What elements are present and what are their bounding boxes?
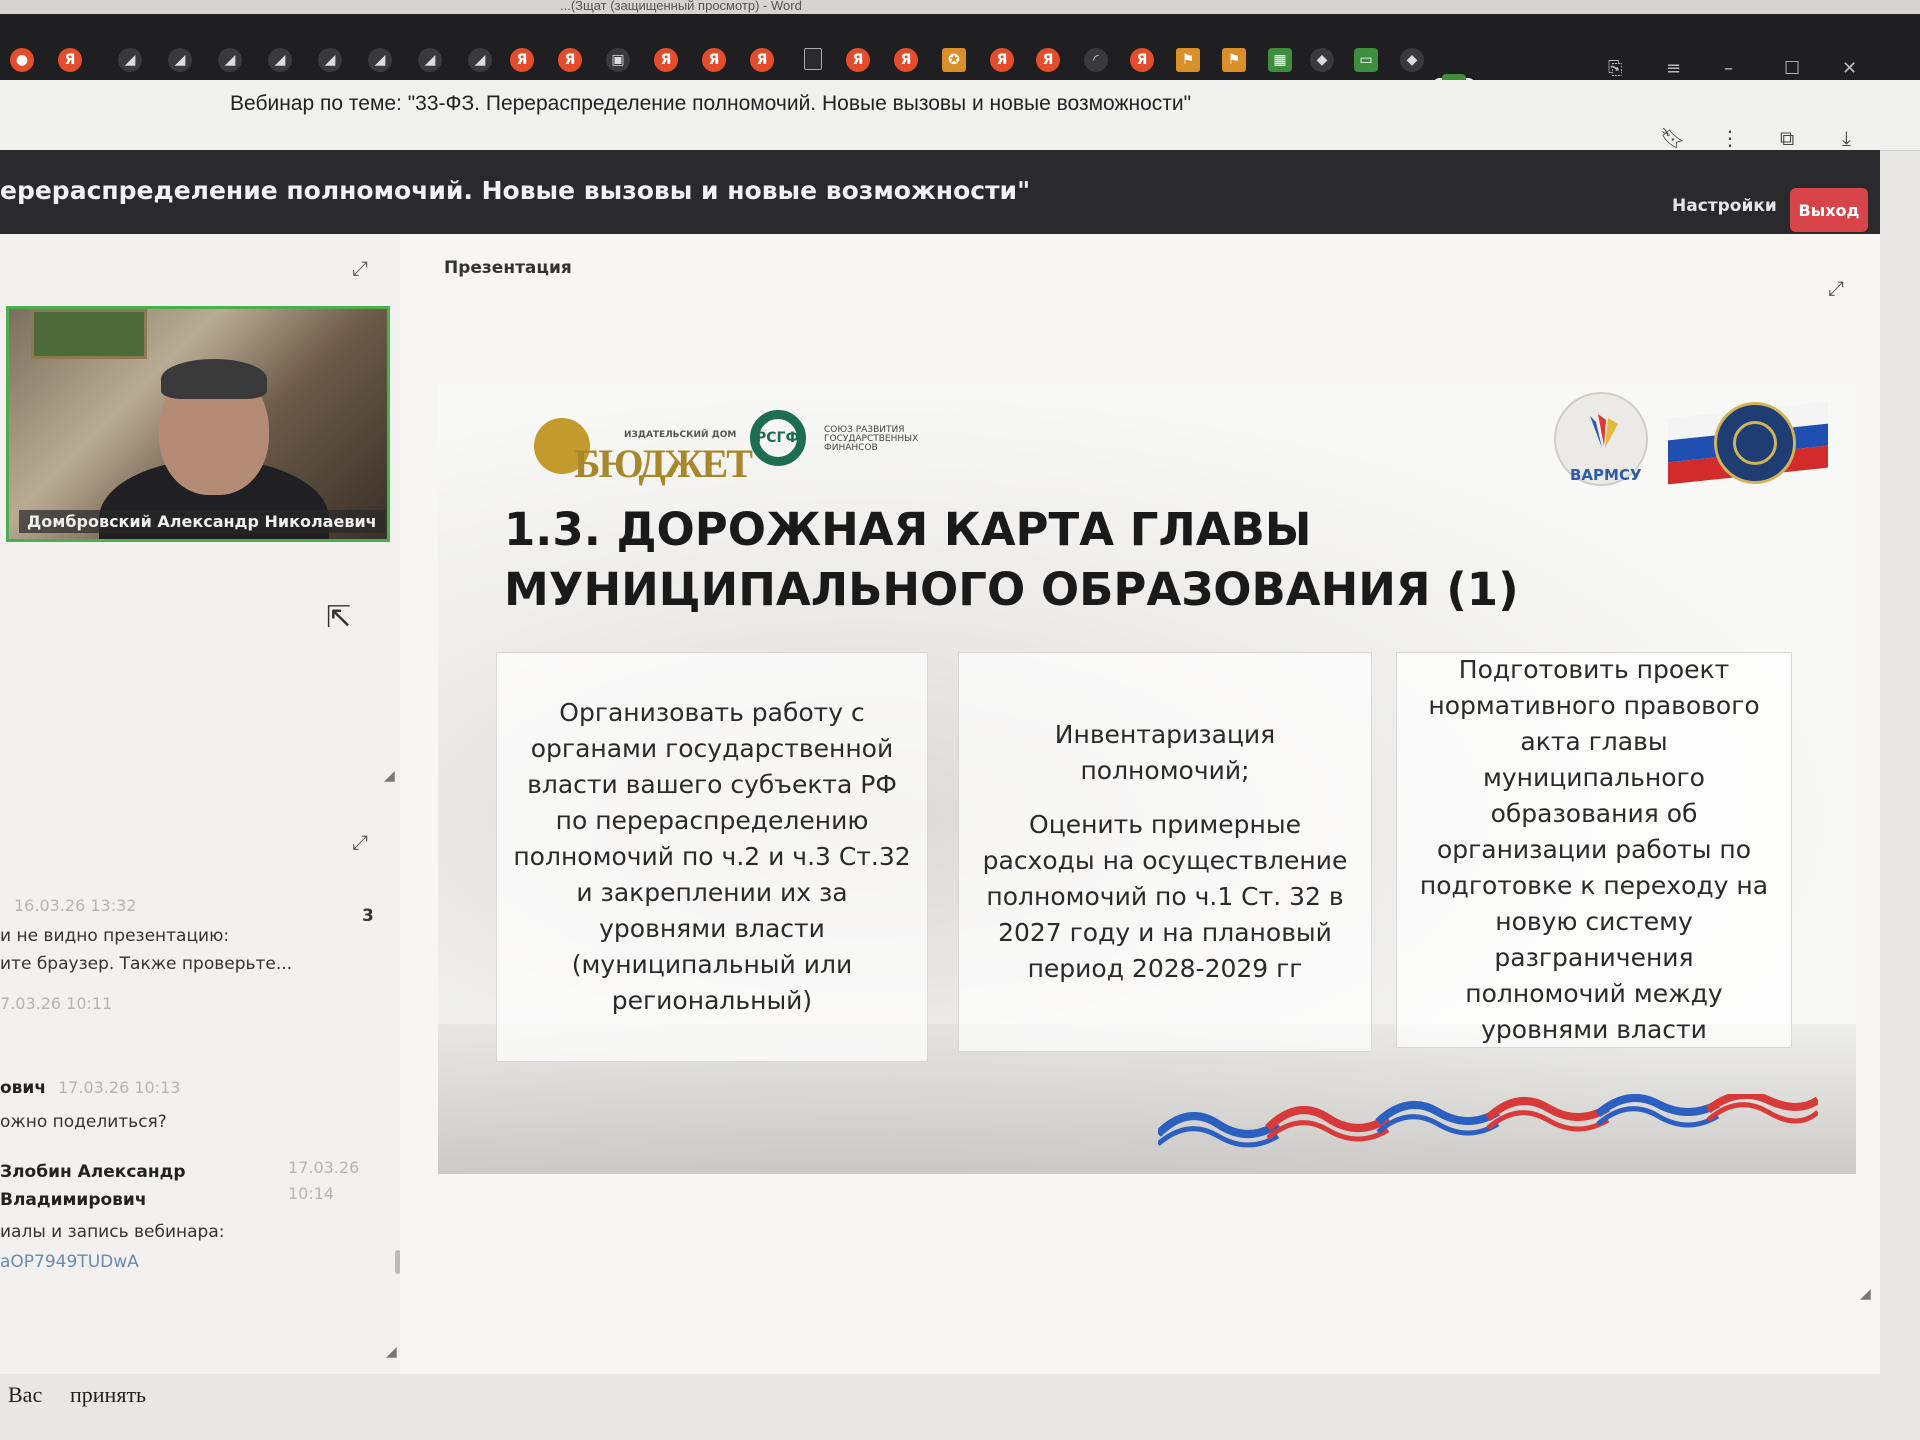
tab-yandex-icon[interactable]: Я <box>1036 48 1060 72</box>
tab-yandex-icon[interactable]: Я <box>894 48 918 72</box>
budget-logo-caption: ИЗДАТЕЛЬСКИЙ ДОМ <box>624 430 737 440</box>
tab-arrow-icon[interactable]: ◢ <box>118 48 142 72</box>
expand-chat-icon[interactable]: ⤢ <box>352 830 368 854</box>
tab-arrow-icon[interactable]: ◢ <box>418 48 442 72</box>
more-icon[interactable]: ⋮ <box>1720 126 1740 150</box>
background-word-text: Вас <box>8 1382 43 1407</box>
tab-flag-icon[interactable]: ⚑ <box>1222 48 1246 72</box>
os-title-bar: ...(Зщат (защищенный просмотр) - Word <box>0 0 1920 14</box>
settings-button[interactable]: Настройки <box>1672 196 1777 216</box>
chat-time: 7.03.26 10:11 <box>0 994 113 1013</box>
tab-flag-icon[interactable]: ⚑ <box>1176 48 1200 72</box>
slide-card-text: Организовать работу с органами государст… <box>513 698 911 1015</box>
presentation-slide: ИЗДАТЕЛЬСКИЙ ДОМ БЮДЖЕТ РСГФ СОЮЗ РАЗВИТ… <box>438 384 1856 1174</box>
tab-arrow-icon[interactable]: ◢ <box>468 48 492 72</box>
tab-yandex-icon[interactable]: Я <box>558 48 582 72</box>
chat-message-text: ожно поделиться? <box>0 1112 167 1132</box>
chat-time: 16.03.26 13:32 <box>14 896 137 915</box>
tab-diamond-icon[interactable]: ◆ <box>1400 48 1424 72</box>
browser-tab-strip: ● Я ◢ ◢ ◢ ◢ ◢ ◢ ◢ ◢ Я Я ▣ Я Я Я Я Я ✪ Я … <box>0 14 1920 118</box>
menu-icon[interactable]: ≡ <box>1666 58 1681 79</box>
tab-calendar-icon[interactable]: ▣ <box>606 48 630 72</box>
emblem-inner-ring <box>1733 421 1777 465</box>
webinar-title: ерераспределение полномочий. Новые вызов… <box>0 176 1031 205</box>
tab-diamond-icon[interactable]: ◆ <box>1310 48 1334 72</box>
minimize-icon[interactable]: – <box>1724 58 1733 79</box>
slide-card-1: Организовать работу с органами государст… <box>496 652 928 1062</box>
coat-of-arms-emblem <box>1714 402 1796 484</box>
tab-loading-icon[interactable]: ◜ <box>1084 48 1108 72</box>
tab-document-icon[interactable] <box>804 48 822 70</box>
speaker-name-label: Домбровский Александр Николаевич <box>19 510 385 533</box>
background-word-text: принять <box>70 1382 147 1407</box>
download-icon[interactable]: ⤓ <box>1842 126 1851 150</box>
chat-message-text: ите браузер. Также проверьте... <box>0 954 293 974</box>
tab-yandex-icon[interactable]: Я <box>990 48 1014 72</box>
rsgf-logo-subtitle: СОЮЗ РАЗВИТИЯ ГОСУДАРСТВЕННЫХ ФИНАНСОВ <box>824 425 919 453</box>
tab-yandex-icon[interactable]: Я <box>654 48 678 72</box>
expand-video-icon[interactable]: ⤢ <box>352 256 368 280</box>
chat-message-text: иалы и запись вебинара: <box>0 1222 225 1242</box>
tab-arrow-icon[interactable]: ◢ <box>218 48 242 72</box>
tab-spreadsheet-icon[interactable]: ▦ <box>1268 48 1292 72</box>
chat-message-text: и не видно презентацию: <box>0 926 230 946</box>
slide-title: 1.3. ДОРОЖНАЯ КАРТА ГЛАВЫ МУНИЦИПАЛЬНОГО… <box>504 503 1519 616</box>
tab-arrow-icon[interactable]: ◢ <box>168 48 192 72</box>
slide-card-text: Оценить примерные расходы на осуществлен… <box>982 810 1348 983</box>
chat-link[interactable]: aOP7949TUDwA <box>0 1252 139 1272</box>
presentation-label: Презентация <box>444 258 572 278</box>
tab-briefcase-icon[interactable]: ▭ <box>1354 48 1378 72</box>
chat-time: 17.03.26 10:13 <box>58 1078 181 1097</box>
speaker-hair <box>161 359 267 399</box>
resize-grip-icon[interactable]: ◢ <box>386 1344 397 1360</box>
bookmark-icon[interactable]: 🔖︎ <box>1660 126 1685 150</box>
tab-yandex-icon[interactable]: Я <box>510 48 534 72</box>
slide-card-text: Инвентаризация полномочий; <box>1054 720 1276 785</box>
chat-author: Владимирович <box>0 1190 147 1210</box>
chat-author: Злобин Александр <box>0 1162 186 1182</box>
chat-time: 17.03.26 <box>288 1158 360 1177</box>
decorative-waves <box>1158 1094 1818 1148</box>
extensions-icon[interactable]: ⧉ <box>1780 126 1794 150</box>
rsgf-logo-text: РСГФ <box>756 430 800 446</box>
tab-arrow-icon[interactable]: ◢ <box>318 48 342 72</box>
expand-presentation-icon[interactable]: ⤢ <box>1828 276 1844 300</box>
wall-picture <box>31 309 147 359</box>
chat-count-badge: 3 <box>362 906 374 926</box>
speaker-video[interactable]: Домбровский Александр Николаевич <box>6 306 390 542</box>
tab-favicon-icon[interactable]: ● <box>10 48 34 72</box>
page-title: Вебинар по теме: "33-ФЗ. Перераспределен… <box>230 92 1192 115</box>
tab-yandex-icon[interactable]: Я <box>750 48 774 72</box>
resize-grip-icon[interactable]: ◢ <box>1860 1286 1871 1302</box>
maximize-icon[interactable]: ☐ <box>1784 58 1800 79</box>
tab-arrow-icon[interactable]: ◢ <box>268 48 292 72</box>
chat-author: ович <box>0 1078 47 1098</box>
tab-emblem-icon[interactable]: ✪ <box>942 48 966 72</box>
varmsu-logo-text: ВАРМСУ <box>1570 466 1642 484</box>
close-window-icon[interactable]: ✕ <box>1842 58 1857 79</box>
chat-time: 10:14 <box>288 1184 335 1203</box>
tab-list-icon[interactable]: ⎘ <box>1608 58 1622 79</box>
tab-yandex-icon[interactable]: Я <box>58 48 82 72</box>
tab-yandex-icon[interactable]: Я <box>702 48 726 72</box>
slide-card-text: Подготовить проект нормативного правовог… <box>1419 655 1769 1044</box>
budget-logo-word: БЮДЖЕТ <box>574 441 753 486</box>
varmsu-logo: ВАРМСУ <box>1554 392 1648 486</box>
slide-card-3: Подготовить проект нормативного правовог… <box>1396 652 1792 1048</box>
varmsu-mark-icon <box>1590 414 1618 448</box>
mouse-cursor-icon: ⇱ <box>326 600 352 635</box>
tab-yandex-icon[interactable]: Я <box>846 48 870 72</box>
resize-grip-icon[interactable]: ◢ <box>384 768 395 784</box>
slide-card-2: Инвентаризация полномочий; Оценить приме… <box>958 652 1372 1052</box>
tab-arrow-icon[interactable]: ◢ <box>368 48 392 72</box>
os-window-title: ...(Зщат (защищенный просмотр) - Word <box>560 0 802 13</box>
exit-button[interactable]: Выход <box>1790 188 1868 232</box>
tab-yandex-icon[interactable]: Я <box>1130 48 1154 72</box>
